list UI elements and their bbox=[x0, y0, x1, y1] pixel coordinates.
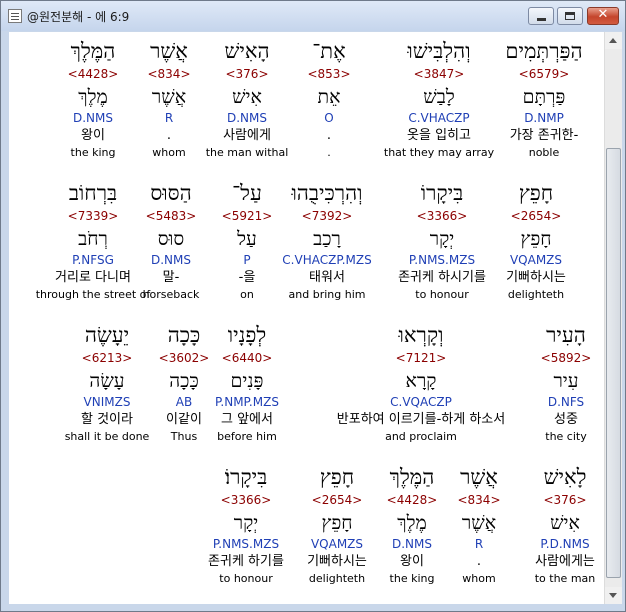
hebrew-word: בִּיקָרוֹ׃ bbox=[224, 465, 268, 489]
morphology-code: C.VQACZP bbox=[390, 395, 452, 409]
verse-row: לָאִישׁ <376> אִישׁ P.D.NMS 사람에게는 to the man א… bbox=[9, 463, 604, 593]
title-bar[interactable]: @원전분해 - 에 6:9 ✕ bbox=[1, 1, 625, 31]
hebrew-word: וְקָרְאוּ bbox=[398, 323, 444, 347]
english-gloss: to honour bbox=[415, 288, 469, 301]
korean-gloss: 존귀케 하기를 bbox=[208, 554, 284, 569]
verse-row: הָעִיר <5892> עִיר D.NFS 성중 the city וְקָרְאוּ… bbox=[9, 321, 604, 451]
korean-gloss: 존귀케 하시기를 bbox=[398, 270, 486, 285]
minimize-button[interactable] bbox=[528, 7, 554, 25]
korean-gloss: 할 것이라 bbox=[81, 412, 133, 427]
english-gloss: through the street of bbox=[35, 288, 151, 301]
lemma-word: עָשָׂה bbox=[89, 370, 125, 392]
lemma-word: יְקָר bbox=[429, 228, 455, 250]
word-column[interactable]: בִּרְחוֹב <7339> רְחֹב P.NFSG 거리로 다니며 through… bbox=[28, 179, 158, 303]
lemma-word: יְקָר bbox=[233, 512, 259, 534]
document-icon bbox=[8, 9, 22, 23]
maximize-button[interactable] bbox=[557, 7, 583, 25]
scroll-up-arrow-icon[interactable] bbox=[605, 32, 622, 49]
verse-row: הַפַּרְתְּמִים <6579> פַּרְתָּם D.NMP 가장 존귀한… bbox=[9, 37, 604, 167]
minimize-icon bbox=[537, 18, 546, 21]
morphology-code: P.NFSG bbox=[72, 253, 114, 267]
window-title: @원전분해 - 에 6:9 bbox=[27, 10, 130, 24]
strong-number[interactable]: <4428> bbox=[28, 65, 158, 83]
english-gloss: and proclaim bbox=[385, 430, 457, 443]
vertical-scrollbar[interactable] bbox=[604, 32, 622, 604]
word-column[interactable]: בִּיקָרוֹ׃ <3366> יְקָר P.NMS.MZS 존귀케 하기를 to … bbox=[181, 463, 311, 587]
strong-number[interactable]: <6213> bbox=[42, 349, 172, 367]
hebrew-word: בִּרְחוֹב bbox=[68, 181, 118, 205]
morphology-code: D.NMS bbox=[72, 111, 113, 125]
hebrew-word: הַמֶּלֶךְ bbox=[70, 39, 116, 63]
verse-row: חָפֵץ <2654> חָפֵץ VQAMZS 기뻐하시는 delighteth בִּ… bbox=[9, 179, 604, 309]
morphology-code: P.NMS.MZS bbox=[212, 537, 280, 551]
interlinear-content[interactable]: הַפַּרְתְּמִים <6579> פַּרְתָּם D.NMP 가장 존귀한… bbox=[9, 32, 604, 604]
lemma-word: מֶלֶךְ bbox=[78, 86, 108, 108]
korean-gloss: 왕이 bbox=[81, 128, 105, 143]
close-button[interactable]: ✕ bbox=[587, 7, 619, 25]
scrollbar-thumb[interactable] bbox=[606, 148, 621, 578]
maximize-icon bbox=[565, 12, 575, 20]
korean-gloss: 반포하여 이르기를-하게 하소서 bbox=[336, 412, 506, 427]
word-column[interactable]: יֵעָשֶׂה <6213> עָשָׂה VNIMZS 할 것이라 shall it … bbox=[42, 321, 172, 445]
word-column[interactable]: בִּיקָרוֹ <3366> יְקָר P.NMS.MZS 존귀케 하시기를 to … bbox=[377, 179, 507, 303]
lemma-word: קָרָא bbox=[405, 370, 437, 392]
lemma-word: רְחֹב bbox=[78, 228, 108, 250]
english-gloss: shall it be done bbox=[64, 430, 150, 443]
english-gloss: to honour bbox=[219, 572, 273, 585]
app-window: @원전분해 - 에 6:9 ✕ הַפַּרְתְּמִים <6579> פַּר… bbox=[0, 0, 626, 612]
strong-number[interactable]: <7121> bbox=[306, 349, 536, 367]
korean-gloss: 거리로 다니며 bbox=[55, 270, 131, 285]
hebrew-word: בִּיקָרוֹ bbox=[420, 181, 464, 205]
english-gloss: the king bbox=[70, 146, 116, 159]
strong-number[interactable]: <7339> bbox=[28, 207, 158, 225]
morphology-code: P.NMS.MZS bbox=[408, 253, 476, 267]
word-column[interactable]: וְקָרְאוּ <7121> קָרָא C.VQACZP 반포하여 이르기를-하게… bbox=[306, 321, 536, 445]
morphology-code: VNIMZS bbox=[83, 395, 131, 409]
scroll-down-arrow-icon[interactable] bbox=[605, 587, 622, 604]
word-column[interactable]: הַמֶּלֶךְ <4428> מֶלֶךְ D.NMS 왕이 the king bbox=[28, 37, 158, 161]
hebrew-word: יֵעָשֶׂה bbox=[84, 323, 130, 347]
strong-number[interactable]: <3366> bbox=[181, 491, 311, 509]
strong-number[interactable]: <3366> bbox=[377, 207, 507, 225]
close-icon: ✕ bbox=[597, 7, 609, 22]
